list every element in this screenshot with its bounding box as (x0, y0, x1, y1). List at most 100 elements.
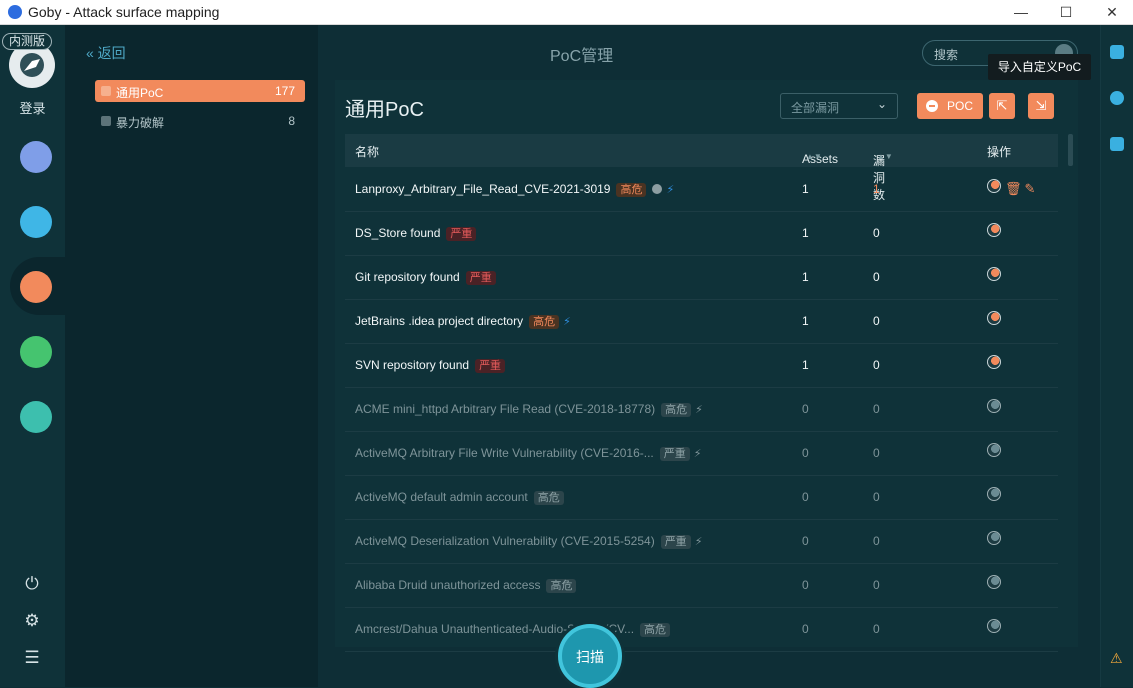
table-row[interactable]: ActiveMQ default admin account 高危 0 0 (345, 476, 1058, 520)
scan-toggle-icon[interactable] (987, 575, 1001, 589)
edit-icon[interactable]: ✎ (1025, 181, 1036, 197)
table-row[interactable]: ActiveMQ Deserialization Vulnerability (… (345, 520, 1058, 564)
minimize-button[interactable]: — (1006, 2, 1036, 22)
scan-toggle-icon[interactable] (987, 179, 1001, 193)
scan-toggle-icon[interactable] (987, 487, 1001, 501)
delete-icon[interactable]: 🗑 (1005, 181, 1022, 197)
chevron-down-icon: ⌄ (876, 97, 887, 111)
table-row[interactable]: Lanproxy_Arbitrary_File_Read_CVE-2021-30… (345, 168, 1058, 212)
exploit-bolt-icon: ⚡ (695, 404, 703, 416)
left-nav: 内测版 登录 ⏻ ⚙ ☰ (0, 25, 70, 687)
poc-name[interactable]: ActiveMQ Arbitrary File Write Vulnerabil… (355, 446, 702, 461)
category-brute-force[interactable]: 暴力破解 8 (95, 110, 305, 132)
vuln-count: 0 (873, 578, 880, 592)
severity-badge: 高危 (661, 403, 692, 417)
lock-icon (652, 184, 663, 194)
poc-name[interactable]: ActiveMQ default admin account 高危 (355, 490, 564, 505)
sort-icon: ▲▼ (806, 152, 822, 161)
power-icon[interactable]: ⏻ (22, 574, 42, 594)
row-actions (987, 575, 1005, 592)
table-row[interactable]: ACME mini_httpd Arbitrary File Read (CVE… (345, 388, 1058, 432)
row-actions (987, 399, 1005, 416)
severity-badge: 严重 (475, 359, 506, 373)
scan-toggle-icon[interactable] (987, 531, 1001, 545)
poc-name[interactable]: Lanproxy_Arbitrary_File_Read_CVE-2021-30… (355, 182, 674, 197)
severity-badge: 严重 (660, 535, 691, 549)
close-button[interactable]: ✕ (1097, 2, 1127, 22)
scan-toggle-icon[interactable] (987, 443, 1001, 457)
poc-name[interactable]: SVN repository found 严重 (355, 358, 506, 373)
row-actions (987, 355, 1005, 372)
poc-name[interactable]: Alibaba Druid unauthorized access 高危 (355, 578, 577, 593)
report-nav-icon[interactable] (20, 336, 52, 368)
table-row[interactable]: DS_Store found 严重 1 0 (345, 212, 1058, 256)
table-row[interactable]: Amcrest/Dahua Unauthenticated-Audio-S...… (345, 608, 1058, 652)
poc-name[interactable]: ActiveMQ Deserialization Vulnerability (… (355, 534, 702, 549)
history-clock-icon[interactable] (1110, 91, 1124, 105)
back-link[interactable]: « 返回 (86, 43, 126, 63)
task-list-icon[interactable] (1110, 45, 1124, 59)
import-poc-button[interactable]: ⇲ (1028, 93, 1054, 119)
beta-badge: 内测版 (2, 33, 52, 50)
poc-nav-icon[interactable] (20, 271, 52, 303)
row-actions (987, 223, 1005, 240)
scan-nav-icon[interactable] (20, 141, 52, 173)
col-name: 名称 (355, 145, 380, 159)
new-poc-button[interactable]: POC (917, 93, 983, 119)
page-title: PoC管理 (550, 48, 614, 65)
poc-button-label: POC (947, 99, 974, 113)
row-actions (987, 267, 1005, 284)
maximize-button[interactable]: ☐ (1051, 2, 1081, 22)
scan-toggle-icon[interactable] (987, 619, 1001, 633)
login-link[interactable]: 登录 (0, 98, 65, 117)
vuln-count: 0 (873, 314, 880, 328)
sort-icon: ▲▼ (877, 152, 893, 161)
warning-icon[interactable]: ⚠ (1110, 650, 1123, 667)
row-actions (987, 531, 1005, 548)
scan-button[interactable]: 扫描 (558, 624, 622, 688)
scan-toggle-icon[interactable] (987, 223, 1001, 237)
extension-nav-icon[interactable] (20, 401, 52, 433)
poc-name[interactable]: JetBrains .idea project directory 高危 ⚡ (355, 314, 571, 329)
vuln-count: 0 (873, 358, 880, 372)
table-row[interactable]: Git repository found 严重 1 0 (345, 256, 1058, 300)
category-general-poc[interactable]: 通用PoC 177 (95, 80, 305, 102)
scan-toggle-icon[interactable] (987, 267, 1001, 281)
poc-name[interactable]: ACME mini_httpd Arbitrary File Read (CVE… (355, 402, 703, 417)
category-label: 暴力破解 (116, 116, 165, 130)
category-count: 177 (274, 84, 295, 98)
menu-icon[interactable]: ☰ (22, 648, 42, 668)
scan-toggle-icon[interactable] (987, 399, 1001, 413)
scan-toggle-icon[interactable] (987, 311, 1001, 325)
severity-badge: 严重 (465, 271, 496, 285)
assets-count: 0 (802, 534, 809, 548)
export-icon: ⇱ (996, 98, 1008, 113)
table-row[interactable]: JetBrains .idea project directory 高危 ⚡ 1 0 (345, 300, 1058, 344)
vuln-count: 1 (873, 182, 880, 196)
document-icon[interactable] (1110, 137, 1124, 151)
exploit-bolt-icon: ⚡ (563, 316, 571, 328)
row-actions (987, 619, 1005, 636)
table-scrollbar[interactable] (1068, 134, 1073, 166)
poc-name[interactable]: Amcrest/Dahua Unauthenticated-Audio-S...… (355, 622, 671, 637)
settings-gear-icon[interactable]: ⚙ (22, 611, 42, 631)
export-button[interactable]: ⇱ (989, 93, 1015, 119)
assets-count: 0 (802, 402, 809, 416)
assets-count: 1 (802, 182, 809, 196)
vuln-filter-select[interactable]: 全部漏洞 ⌄ (780, 93, 898, 119)
vuln-count: 0 (873, 270, 880, 284)
scan-toggle-icon[interactable] (987, 355, 1001, 369)
assets-count: 1 (802, 358, 809, 372)
table-row[interactable]: Alibaba Druid unauthorized access 高危 0 0 (345, 564, 1058, 608)
table-row[interactable]: ActiveMQ Arbitrary File Write Vulnerabil… (345, 432, 1058, 476)
scan-label: 扫描 (576, 649, 604, 665)
asset-nav-icon[interactable] (20, 206, 52, 238)
panel-title: 通用PoC (345, 99, 424, 121)
poc-name[interactable]: DS_Store found 严重 (355, 226, 477, 241)
goby-logo-icon (20, 53, 44, 77)
vuln-count: 0 (873, 622, 880, 636)
minus-circle-icon (926, 100, 938, 112)
table-row[interactable]: SVN repository found 严重 1 0 (345, 344, 1058, 388)
exploit-bolt-icon: ⚡ (694, 536, 703, 548)
poc-name[interactable]: Git repository found 严重 (355, 270, 496, 285)
